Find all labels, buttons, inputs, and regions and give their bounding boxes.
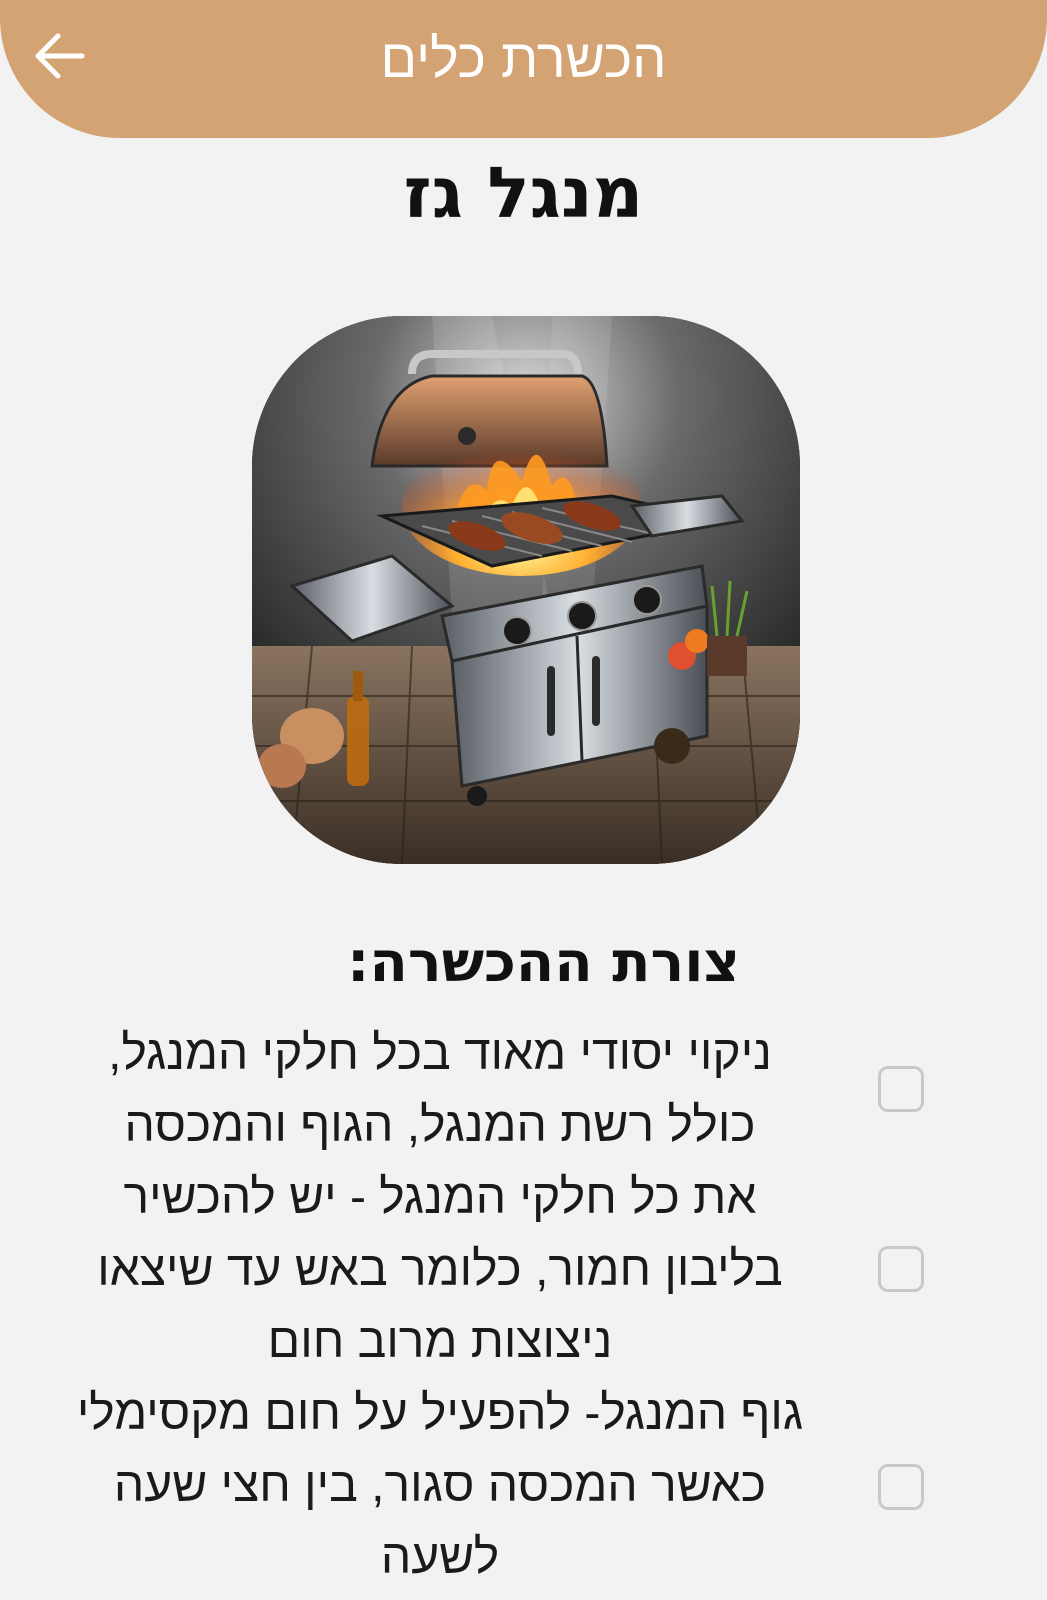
step-checkbox[interactable] xyxy=(878,1066,924,1112)
step-text: את כל חלקי המנגל - יש להכשיר בליבון חמור… xyxy=(97,1171,783,1368)
step-text: ניקוי יסודי מאוד בכל חלקי המנגל, כולל רש… xyxy=(108,1027,772,1152)
step-checkbox[interactable] xyxy=(878,1464,924,1510)
step-checkbox[interactable] xyxy=(878,1246,924,1292)
page-title: מנגל גז xyxy=(403,152,644,234)
step-text: גוף המנגל- להפעיל על חום מקסימלי כאשר המ… xyxy=(76,1387,804,1584)
gas-grill-image xyxy=(252,316,800,864)
section-title: צורת ההכשרה: xyxy=(347,930,740,995)
header-title: הכשרת כלים xyxy=(380,29,667,89)
app-header: הכשרת כלים xyxy=(0,0,1047,138)
